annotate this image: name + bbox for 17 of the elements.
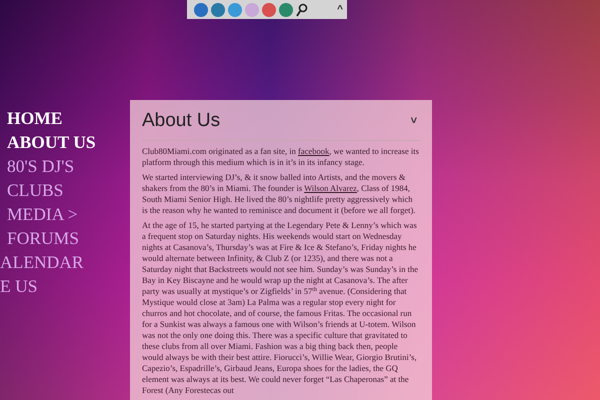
collapse-toggle[interactable]: ˅	[408, 113, 420, 130]
nav-link[interactable]: ALENDAR	[0, 250, 84, 274]
collapse-button[interactable]: ^	[337, 2, 343, 17]
search-icon[interactable]	[296, 2, 308, 16]
nav-link[interactable]: 80'S DJ'S	[0, 154, 74, 178]
paragraph: Club80Miami.com originated as a fan site, in facebook, we wanted to increase its platform through this medium which is in it’s in its infancy stage.	[142, 146, 420, 168]
nav-link[interactable]: E US	[0, 274, 38, 298]
paragraph: We started interviewing DJ’s, & it snow balled into Artists, and the movers & shakers from the 80’s in Miami. The founder is Wilson Alvarez, Class of 1984, South Miami Senior High. He lived the 80’s nightlife pretty aggressively which is the reason why he wanted to reminisce and document it (before we all forget).	[142, 172, 416, 216]
nav-link[interactable]: FORUMS	[0, 226, 79, 250]
nav-link[interactable]: MEDIA >	[0, 202, 78, 226]
nav-link[interactable]: ABOUT US	[0, 130, 96, 154]
nav-link[interactable]: CLUBS	[0, 178, 64, 202]
text-link[interactable]: Wilson Alvarez	[304, 182, 357, 192]
text-link[interactable]: facebook	[298, 146, 330, 156]
nav-link[interactable]: HOME	[0, 106, 62, 130]
panel-title: About Us	[142, 109, 220, 133]
paragraph: At the age of 15, he started partying at the Legendary Pete & Lenny’s which was a frequent stop on Saturday nights. His weekends would start on Wednesday nights at Casanova’s, Thursday’s was at Fire & Ice & Stefano’s, Friday nights he would alternate between Infinity, & Club Z (or 1235), and there was not a Saturday night that Backstreets would not see him. Sunday’s was Sunday’s in the Bay in Key Biscayne and he would wrap up the night at Casanova’s. The after party was usually at mystique’s or Zigfields’ in 57$^{th}$ avenue. (Considering that Mystique would close at 3am) La Palma was a regular stop every night for churros and hot chocolate, and of course, the famous Fritas. The occasional run for a Sunkist was always a famous one with Wilson’s friends at U-totem. Wilson was not the only one doing this. There was a specific culture that gravitated to these clubs from all over Miami. Fashion was a big thing back then, people would always be with their best attire. Fiorucci’s, Willie Wear, Giorgio Brutini’s, Capezio’s, Espadrille’s, Girbaud Jeans, Europa shoes for the ladies, the GQ element was always at its best. We could never forget “Las Chaperonas” at the Forest (Any Forestecas out	[142, 220, 419, 396]
